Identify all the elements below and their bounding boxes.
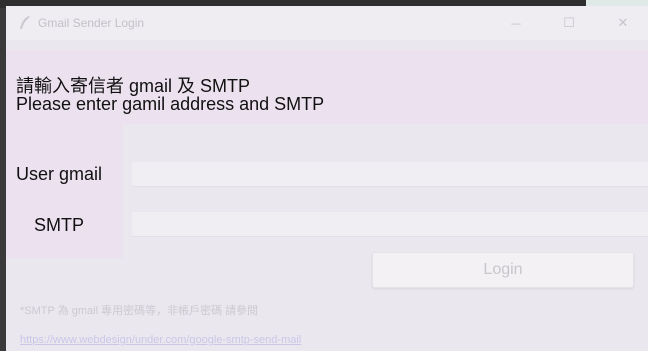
smtp-input[interactable] xyxy=(132,212,648,237)
smtp-note: *SMTP 為 gmail 專用密碼等，非帳戶密碼 請參閱 xyxy=(20,305,259,317)
help-link[interactable]: https://www.webdesign/under.com/google-s… xyxy=(20,334,301,346)
login-button[interactable]: Login xyxy=(372,252,634,288)
title-bar[interactable]: Gmail Sender Login ─ ☐ ✕ xyxy=(6,6,648,40)
instruction-panel: 請輸入寄信者 gmail 及 SMTP Please enter gamil a… xyxy=(6,50,648,124)
gmail-input[interactable] xyxy=(132,162,648,187)
feather-icon xyxy=(18,15,32,31)
maximize-icon: ☐ xyxy=(563,15,575,30)
label-panel: User gmail SMTP xyxy=(6,124,123,258)
login-window: Gmail Sender Login ─ ☐ ✕ 請輸入寄信者 gmail 及 … xyxy=(6,6,648,351)
close-icon: ✕ xyxy=(617,15,629,30)
user-gmail-label: User gmail xyxy=(16,164,103,184)
minimize-icon: ─ xyxy=(511,15,521,31)
window-title: Gmail Sender Login xyxy=(38,16,145,30)
maximize-button[interactable]: ☐ xyxy=(546,6,592,40)
close-button[interactable]: ✕ xyxy=(600,6,646,40)
smtp-label: SMTP xyxy=(34,215,85,235)
instruction-english: Please enter gamil address and SMTP xyxy=(16,94,325,114)
minimize-button[interactable]: ─ xyxy=(493,6,539,40)
